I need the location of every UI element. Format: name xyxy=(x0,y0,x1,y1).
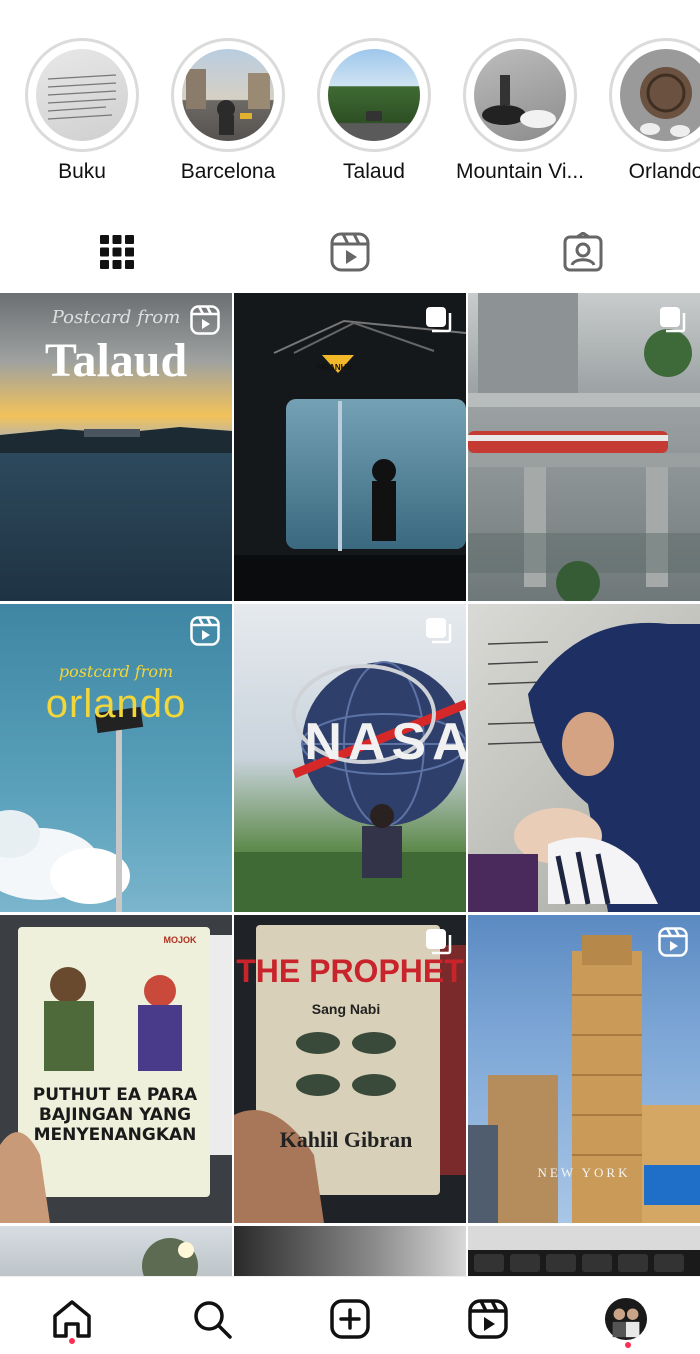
grid-icon xyxy=(99,235,134,269)
post-orlando[interactable]: postcard from orlando xyxy=(0,604,232,912)
post-train[interactable] xyxy=(468,293,700,601)
highlight-thumbnail xyxy=(620,49,700,141)
highlight-thumbnail xyxy=(182,49,274,141)
carousel-badge-icon xyxy=(426,929,452,955)
post-book-prophet[interactable]: THE PROPHET Sang Nabi Kahlil Gibran xyxy=(234,915,466,1223)
highlight-ring xyxy=(317,38,431,152)
highlight-orlando[interactable]: Orlando xyxy=(596,38,700,198)
posts-grid: Postcard from Talaud PIRANHA postcard fr… xyxy=(0,293,700,1278)
post-book-mojok[interactable]: MOJOK PUTHUT EA PARA BAJINGAN YANG MENYE… xyxy=(0,915,232,1223)
post-sign-text: NASA xyxy=(304,713,466,771)
highlight-ring xyxy=(171,38,285,152)
book-subtitle: Sang Nabi xyxy=(311,1001,381,1017)
highlight-ring xyxy=(463,38,577,152)
highlight-label: Buku xyxy=(58,160,106,183)
highlight-thumbnail xyxy=(36,49,128,141)
carousel-badge-icon xyxy=(660,307,686,333)
home-notification-dot xyxy=(69,1338,75,1344)
carousel-badge-icon xyxy=(426,618,452,644)
carousel-badge-icon xyxy=(426,307,452,333)
tab-tagged[interactable] xyxy=(466,212,699,292)
post-overlay-caption: NEW YORK xyxy=(537,1165,631,1180)
book-brand: MOJOK xyxy=(163,935,197,945)
post-nasa[interactable]: NASA xyxy=(234,604,466,912)
bottom-navigation-bar xyxy=(0,1276,700,1354)
book-author: Kahlil Gibran xyxy=(279,1127,413,1152)
nav-search[interactable] xyxy=(190,1297,234,1341)
nav-reels[interactable] xyxy=(466,1297,510,1341)
highlight-ring xyxy=(609,38,700,152)
nav-profile[interactable] xyxy=(604,1297,648,1341)
post-overlay-title: Talaud xyxy=(44,334,188,387)
create-icon xyxy=(330,1299,370,1339)
tab-posts-grid[interactable] xyxy=(0,212,233,292)
book-title: PUTHUT EA PARA BAJINGAN YANG MENYENANGKA… xyxy=(32,1085,198,1145)
story-highlights-row: Buku Barcelona Talaud Mountain Vi... Orl… xyxy=(0,0,700,210)
post-overlay-subtitle: postcard from xyxy=(58,662,174,681)
reel-badge-icon xyxy=(190,616,220,646)
reel-badge-icon xyxy=(190,305,220,335)
profile-notification-dot xyxy=(625,1342,631,1348)
highlight-talaud[interactable]: Talaud xyxy=(304,38,444,198)
nav-home[interactable] xyxy=(50,1297,94,1341)
post-aquarium[interactable]: PIRANHA xyxy=(234,293,466,601)
tab-reels[interactable] xyxy=(233,212,466,292)
post-partial-1[interactable] xyxy=(0,1226,232,1278)
highlight-barcelona[interactable]: Barcelona xyxy=(158,38,298,198)
search-icon xyxy=(194,1301,232,1339)
highlight-label: Barcelona xyxy=(180,160,276,183)
post-partial-2[interactable] xyxy=(234,1226,466,1278)
post-overlay-title: orlando xyxy=(45,682,187,726)
post-talaud[interactable]: Postcard from Talaud xyxy=(0,293,232,601)
post-sign-text: PIRANHA xyxy=(315,363,353,372)
profile-tabs xyxy=(0,212,700,292)
nav-create[interactable] xyxy=(328,1297,372,1341)
post-mother-baby[interactable] xyxy=(468,604,700,912)
reels-icon xyxy=(330,232,369,272)
post-newyork[interactable]: NEW YORK xyxy=(468,915,700,1223)
highlight-label: Orlando xyxy=(628,160,700,183)
book-title: THE PROPHET xyxy=(236,953,464,989)
home-icon xyxy=(53,1300,91,1338)
highlight-buku[interactable]: Buku xyxy=(12,38,152,198)
highlight-thumbnail xyxy=(328,49,420,141)
highlight-ring xyxy=(25,38,139,152)
highlight-thumbnail xyxy=(474,49,566,141)
profile-avatar xyxy=(604,1297,648,1341)
post-partial-3[interactable] xyxy=(468,1226,700,1278)
highlight-label: Mountain Vi... xyxy=(455,160,585,183)
highlight-mountain-view[interactable]: Mountain Vi... xyxy=(450,38,590,198)
reel-badge-icon xyxy=(658,927,688,957)
highlight-label: Talaud xyxy=(343,160,405,183)
reels-icon xyxy=(468,1299,508,1339)
tagged-icon xyxy=(563,232,602,272)
